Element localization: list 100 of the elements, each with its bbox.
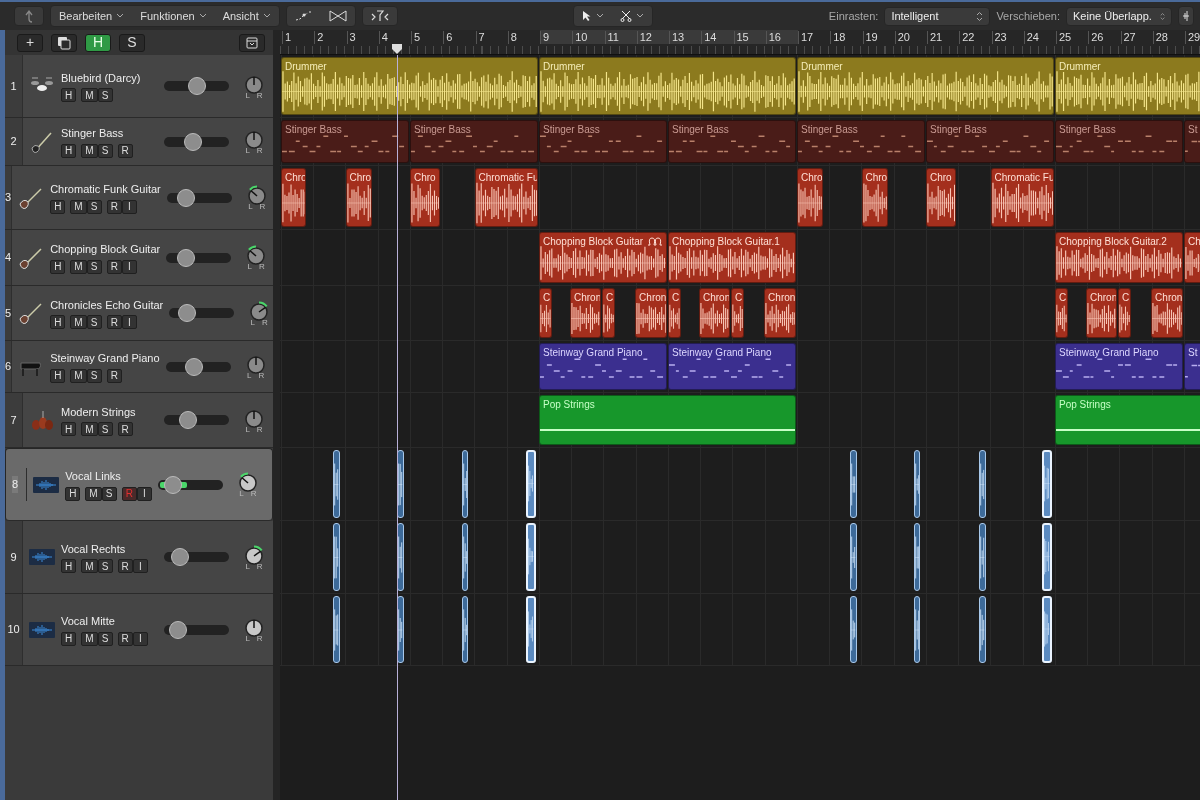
track-button[interactable]: R <box>117 143 133 158</box>
region[interactable]: C <box>1055 288 1068 338</box>
region[interactable]: Chron <box>1085 288 1118 338</box>
region[interactable]: Chro <box>410 168 440 227</box>
track-button[interactable]: H <box>50 259 66 274</box>
track-button[interactable]: S <box>97 559 113 574</box>
region[interactable]: St <box>1184 343 1200 390</box>
timeline-ruler[interactable]: 1 2 3 4 5 6 7 8 9 10 11 12 13 14 15 16 17 18 19 20 21 22 23 24 25 26 27 28 29 <box>280 30 1200 55</box>
track-header[interactable]: 1 Bluebird (Darcy) H M S L R <box>5 55 273 118</box>
region[interactable] <box>461 450 468 518</box>
region[interactable]: Stinger Bass <box>797 120 925 163</box>
track-button[interactable]: M <box>81 143 98 158</box>
track-button[interactable]: H <box>61 422 77 437</box>
region[interactable]: Steinway Grand Piano <box>539 343 667 390</box>
track-button[interactable]: R <box>106 259 122 274</box>
slider-thumb[interactable] <box>187 77 206 95</box>
slider-thumb[interactable] <box>184 357 203 376</box>
region[interactable]: Chron <box>569 288 602 338</box>
region[interactable]: Ch <box>1184 232 1200 283</box>
track-button[interactable]: R <box>106 199 122 214</box>
dropdown[interactable]: Intelligent <box>884 6 991 26</box>
menu-button[interactable]: Bearbeiten <box>51 6 133 26</box>
region[interactable]: Stinger Bass <box>410 120 538 163</box>
track-button[interactable]: I <box>136 486 152 501</box>
track-header[interactable]: 10 Vocal Mitte H M S R I L R <box>5 594 273 666</box>
region[interactable]: C <box>601 288 616 338</box>
track-header[interactable]: 7 Modern Strings H M S R L R <box>5 393 273 448</box>
track-button[interactable]: M <box>70 199 87 214</box>
region[interactable]: Chromatic Fu <box>474 168 538 227</box>
track-button[interactable]: M <box>70 315 87 330</box>
track-button[interactable]: H <box>61 559 77 574</box>
slider-thumb[interactable] <box>184 132 203 151</box>
region[interactable]: Chron <box>764 288 796 338</box>
track-button[interactable]: I <box>121 199 137 214</box>
track-button[interactable]: H <box>50 199 66 214</box>
track-button[interactable]: S <box>97 88 113 103</box>
slider-thumb[interactable] <box>171 548 190 566</box>
track-button[interactable]: R <box>106 315 122 330</box>
track-button[interactable]: I <box>121 259 137 274</box>
region[interactable]: Chro <box>281 168 307 227</box>
region[interactable]: Stinger Bass <box>668 120 796 163</box>
track-button[interactable]: S <box>97 143 113 158</box>
region[interactable]: Drummer <box>539 57 796 115</box>
track-button[interactable]: M <box>81 422 98 437</box>
region[interactable]: Steinway Grand Piano <box>668 343 796 390</box>
region[interactable]: Stinger Bass <box>281 120 409 163</box>
slider-thumb[interactable] <box>177 304 196 322</box>
track-button[interactable]: H <box>61 88 77 103</box>
track-button[interactable]: R <box>117 631 133 646</box>
menu-button[interactable]: Ansicht <box>214 6 279 26</box>
track-button[interactable]: M <box>70 259 87 274</box>
track-button[interactable]: H <box>50 368 66 383</box>
slider-thumb[interactable] <box>179 411 198 429</box>
catch-button[interactable] <box>361 6 398 26</box>
track-button[interactable]: S <box>86 368 102 383</box>
track-button[interactable]: H <box>61 631 77 646</box>
region[interactable]: Chro <box>926 168 956 227</box>
track-button[interactable]: R <box>106 368 122 383</box>
region[interactable] <box>914 596 921 663</box>
track-header[interactable]: 4 Chopping Block Guitar H M S R I L R <box>5 230 273 286</box>
region[interactable]: C <box>1117 288 1132 338</box>
region[interactable]: Chro <box>345 168 372 227</box>
region[interactable] <box>461 523 468 591</box>
track-button[interactable]: I <box>121 315 137 330</box>
track-button[interactable]: S <box>86 259 102 274</box>
track-button[interactable]: H <box>61 143 77 158</box>
track-button[interactable]: R <box>117 422 133 437</box>
region[interactable]: C <box>730 288 745 338</box>
track-header[interactable]: 3 Chromatic Funk Guitar H M S R I L R <box>5 166 273 230</box>
track-button[interactable]: S <box>97 631 113 646</box>
track-header[interactable]: 8 Vocal Links H M S R I L R <box>5 448 273 521</box>
track-button[interactable]: H <box>65 486 81 501</box>
region[interactable]: Drummer <box>797 57 1054 115</box>
menu-button[interactable]: Funktionen <box>132 6 215 26</box>
track-button[interactable]: M <box>81 559 98 574</box>
region[interactable]: Chopping Block Guitar <box>539 232 667 283</box>
dropdown[interactable]: Keine Überlapp. <box>1066 6 1172 26</box>
track-button[interactable]: M <box>81 631 98 646</box>
slider-thumb[interactable] <box>176 248 195 267</box>
region[interactable]: Steinway Grand Piano <box>1055 343 1183 390</box>
region[interactable]: Chro <box>861 168 888 227</box>
track-toolbar-button[interactable]: S <box>119 33 145 52</box>
track-button[interactable]: M <box>70 368 87 383</box>
track-button[interactable]: S <box>101 486 117 501</box>
slider-thumb[interactable] <box>169 620 188 639</box>
region[interactable]: Chopping Block Guitar.1 <box>668 232 796 283</box>
region[interactable] <box>461 596 468 663</box>
region[interactable]: Stinger Bass <box>1055 120 1183 163</box>
region[interactable]: Chron <box>698 288 731 338</box>
track-button[interactable]: M <box>81 88 98 103</box>
region[interactable]: Chopping Block Guitar.2 <box>1055 232 1183 283</box>
track-header[interactable]: 5 Chronicles Echo Guitar H M S R I L R <box>5 286 273 341</box>
region[interactable] <box>914 523 921 591</box>
region[interactable]: Chro <box>797 168 824 227</box>
track-button[interactable]: S <box>86 199 102 214</box>
track-button[interactable]: I <box>132 631 148 646</box>
track-button[interactable]: M <box>85 486 102 501</box>
track-button[interactable]: I <box>132 559 148 574</box>
region[interactable]: Chromatic Fu <box>990 168 1054 227</box>
playhead-line[interactable] <box>397 55 399 800</box>
